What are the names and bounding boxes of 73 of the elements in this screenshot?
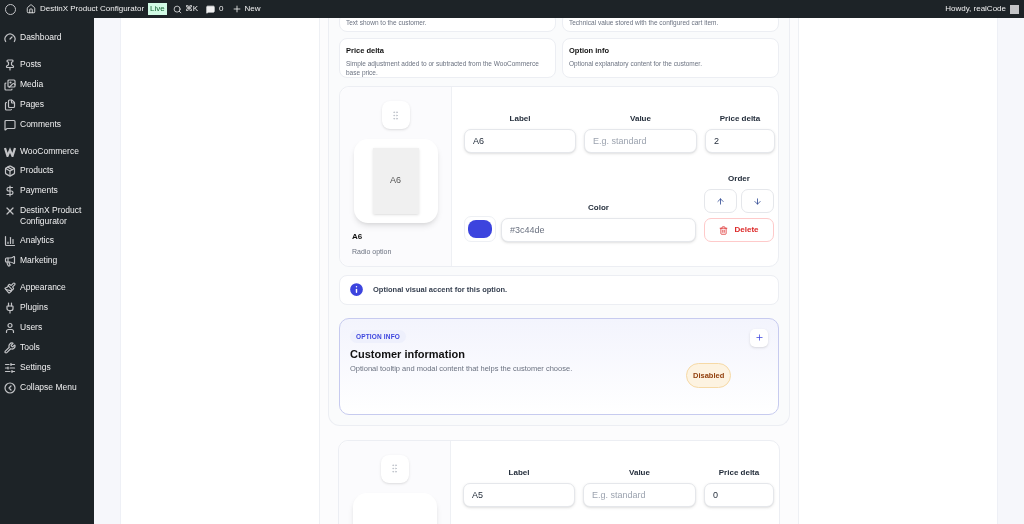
zigzag-icon	[4, 147, 16, 157]
chart-icon	[4, 235, 16, 247]
sidebar-item[interactable]: Collapse Menu	[0, 378, 94, 398]
search-icon[interactable]	[172, 4, 182, 14]
info-icon	[348, 281, 365, 298]
color-hex-field[interactable]: #3c44de	[501, 218, 696, 242]
option-name: A6	[352, 231, 364, 243]
sidebar-item[interactable]: Settings	[0, 358, 94, 378]
text-field[interactable]: A5	[463, 482, 575, 507]
trash-icon	[719, 225, 729, 235]
text-field[interactable]: A6	[464, 129, 576, 153]
collapse-icon	[4, 382, 16, 394]
comment-count: 0	[219, 3, 224, 15]
sidebar-item[interactable]: Marketing	[0, 251, 94, 271]
box-icon	[4, 165, 16, 177]
user-icon	[4, 322, 16, 334]
settings-icon	[4, 362, 16, 374]
field-label: Value	[629, 113, 652, 125]
greeting-link[interactable]: Howdy, realCode	[945, 3, 1006, 15]
megaphone-icon	[4, 255, 16, 267]
sidebar-item[interactable]: Products	[0, 161, 94, 181]
comment-icon	[4, 119, 16, 131]
info-title: Customer information	[350, 347, 466, 363]
sidebar-item[interactable]: DestinX Product Configurator	[0, 201, 94, 231]
sidebar-item[interactable]: Payments	[0, 181, 94, 201]
drag-handle[interactable]	[381, 101, 410, 129]
sidebar-item[interactable]: Analytics	[0, 231, 94, 251]
text-field[interactable]: 0	[704, 482, 774, 507]
sidebar-item[interactable]: Plugins	[0, 298, 94, 318]
sidebar-item[interactable]: Comments	[0, 115, 94, 135]
plus-icon[interactable]	[231, 4, 242, 14]
dollar-icon	[4, 185, 16, 197]
shortcut-text: ⌘K	[184, 3, 199, 15]
field-label: Price delta	[717, 466, 761, 479]
text-field[interactable]: 2	[705, 129, 775, 153]
arrow-down-icon	[753, 196, 762, 206]
delete-button[interactable]: Delete	[704, 218, 774, 242]
field-label: Price delta	[718, 113, 762, 125]
plus-icon	[754, 333, 764, 342]
arrow-up-icon	[716, 196, 725, 206]
text-field[interactable]: E.g. standard	[583, 482, 696, 507]
order-label: Order	[728, 173, 750, 185]
sidebar-item[interactable]: WooCommerce	[0, 142, 94, 161]
sidebar-item[interactable]: Users	[0, 318, 94, 338]
home-icon[interactable]	[26, 4, 36, 14]
media-icon	[4, 79, 16, 91]
sidebar-item[interactable]: Dashboard	[0, 28, 94, 48]
pin-icon	[4, 59, 16, 71]
new-link[interactable]: New	[244, 3, 261, 15]
comment-icon[interactable]	[206, 4, 216, 14]
plug-icon	[4, 302, 16, 314]
sidebar-item[interactable]: Media	[0, 75, 94, 95]
grip-icon	[390, 109, 401, 121]
sidebar-item[interactable]: Pages	[0, 95, 94, 115]
text-field[interactable]: E.g. standard	[584, 129, 697, 153]
field-label: Value	[628, 466, 651, 479]
live-badge: Live	[148, 3, 167, 15]
dashboard-icon	[4, 32, 16, 44]
grip-icon	[389, 463, 400, 474]
sidebar-item[interactable]: Appearance	[0, 278, 94, 298]
paper-thumbnail: A6	[372, 148, 419, 214]
wrench-icon	[4, 342, 16, 354]
field-label: Color	[587, 202, 610, 214]
sidebar-item[interactable]: Posts	[0, 55, 94, 75]
field-label: Label	[508, 113, 532, 125]
field-label: Label	[507, 466, 531, 479]
sidebar-item[interactable]: Tools	[0, 338, 94, 358]
brush-icon	[4, 282, 16, 294]
pages-icon	[4, 99, 16, 111]
add-button[interactable]	[750, 328, 768, 347]
site-name-link[interactable]: DestinX Product Configurator	[40, 3, 145, 15]
drag-handle[interactable]	[380, 454, 409, 483]
avatar-placeholder	[1010, 4, 1019, 14]
